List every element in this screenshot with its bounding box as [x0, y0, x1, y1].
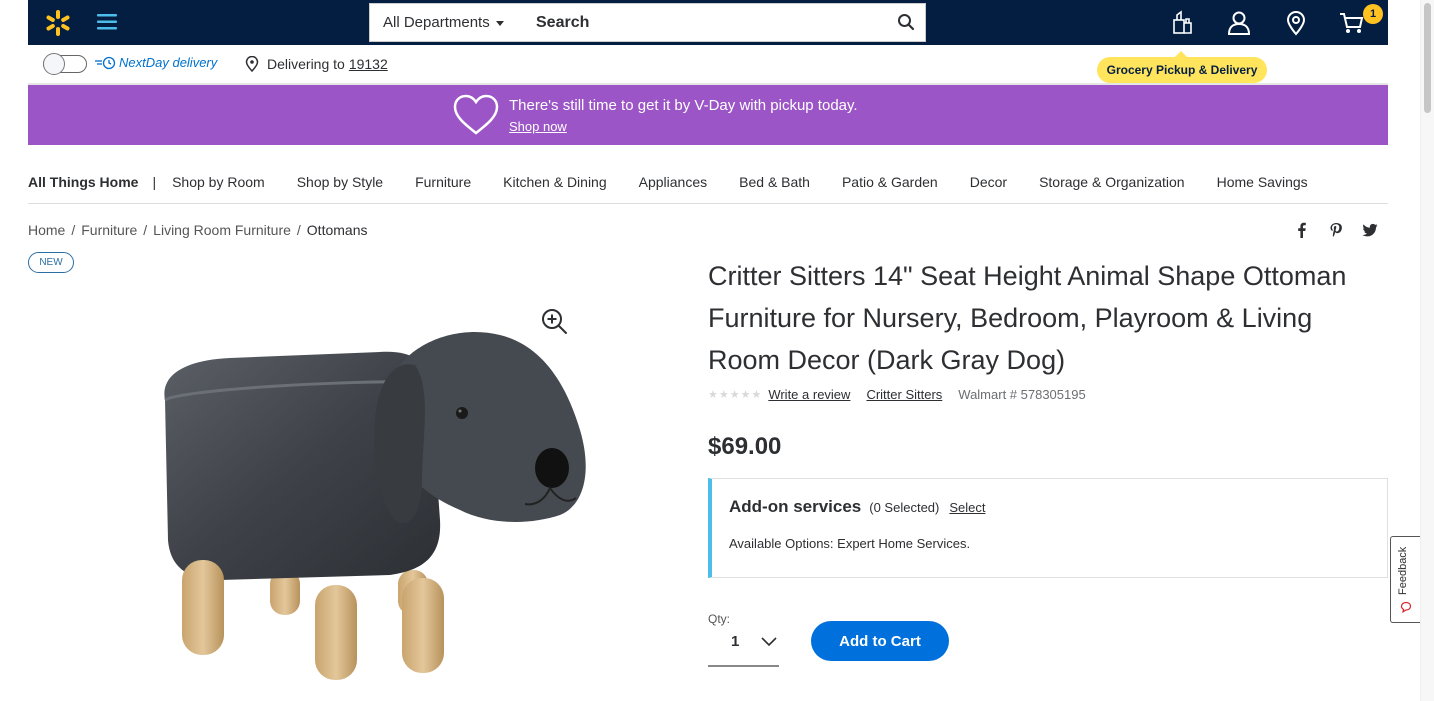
product-page: All Departments Search 1 NextDay deliver…: [0, 0, 1434, 701]
facebook-icon[interactable]: [1294, 222, 1310, 238]
addon-options: Available Options: Expert Home Services.: [729, 536, 971, 551]
product-image[interactable]: [140, 320, 600, 685]
breadcrumb-furniture[interactable]: Furniture: [81, 222, 137, 238]
new-badge: NEW: [28, 252, 74, 273]
product-price: $69.00: [708, 433, 782, 460]
delivery-location[interactable]: Delivering to 19132: [245, 56, 388, 72]
nextday-label: NextDay delivery: [119, 55, 218, 70]
page-scrollbar[interactable]: [1420, 0, 1434, 701]
account-icon[interactable]: [1226, 10, 1252, 36]
walmart-spark-icon[interactable]: [44, 9, 72, 37]
twitter-icon[interactable]: [1362, 222, 1378, 238]
menu-icon[interactable]: [96, 11, 118, 33]
nav-item-home-savings[interactable]: Home Savings: [1217, 174, 1308, 190]
promo-banner: There's still time to get it by V-Day wi…: [28, 85, 1388, 145]
qty-label: Qty:: [708, 612, 731, 626]
walmart-number: Walmart # 578305195: [958, 387, 1086, 402]
addon-services-box: Add-on services (0 Selected) Select Avai…: [708, 478, 1388, 578]
nav-item-patio-garden[interactable]: Patio & Garden: [842, 174, 938, 190]
cart-icon[interactable]: [1339, 10, 1365, 36]
breadcrumb-living-room-furniture[interactable]: Living Room Furniture: [153, 222, 291, 238]
scrollbar-thumb[interactable]: [1424, 3, 1431, 113]
location-pin-icon: [245, 56, 259, 72]
location-icon[interactable]: [1283, 10, 1309, 36]
search-input[interactable]: [536, 10, 876, 36]
product-title: Critter Sitters 14" Seat Height Animal S…: [708, 261, 1347, 375]
heart-icon: [453, 94, 499, 135]
breadcrumb-ottomans[interactable]: Ottomans: [307, 222, 368, 238]
nav-item-shop-by-style[interactable]: Shop by Style: [297, 174, 383, 190]
rating-row: ★★★★★ Write a review Critter Sitters Wal…: [708, 387, 1086, 402]
feedback-tab[interactable]: Feedback: [1390, 536, 1420, 623]
department-label: All Departments: [383, 14, 490, 31]
nav-item-furniture[interactable]: Furniture: [415, 174, 471, 190]
category-nav: All Things Home | Shop by Room Shop by S…: [28, 160, 1388, 204]
grocery-icon[interactable]: [1170, 10, 1196, 36]
nav-all-things-home[interactable]: All Things Home: [28, 174, 138, 190]
zip-code-link[interactable]: 19132: [349, 56, 388, 72]
nextday-toggle[interactable]: [43, 53, 87, 75]
top-header: All Departments Search 1: [28, 0, 1388, 45]
breadcrumb-separator: /: [296, 222, 301, 238]
breadcrumb-separator: /: [143, 222, 148, 238]
caret-down-icon: [495, 21, 504, 26]
cart-count-badge: 1: [1363, 4, 1383, 24]
delivering-prefix: Delivering to: [267, 56, 345, 72]
search-bar: All Departments: [369, 3, 926, 42]
chevron-down-icon: [761, 637, 777, 647]
nav-item-storage-organization[interactable]: Storage & Organization: [1039, 174, 1185, 190]
department-select[interactable]: All Departments: [383, 4, 504, 41]
write-review-link[interactable]: Write a review: [768, 387, 850, 402]
nav-item-kitchen-dining[interactable]: Kitchen & Dining: [503, 174, 607, 190]
addon-selected-count: (0 Selected): [869, 500, 940, 515]
nextday-delivery[interactable]: NextDay delivery: [94, 55, 217, 70]
addon-title: Add-on services: [729, 497, 862, 516]
chat-bubble-icon: [1400, 601, 1412, 613]
addon-select-link[interactable]: Select: [949, 500, 985, 515]
nav-separator: |: [152, 173, 157, 190]
feedback-label: Feedback: [1397, 546, 1409, 595]
brand-link[interactable]: Critter Sitters: [866, 387, 942, 402]
breadcrumb-separator: /: [71, 222, 76, 238]
qty-value: 1: [731, 633, 740, 650]
fast-clock-icon: [95, 56, 116, 69]
nav-item-bed-bath[interactable]: Bed & Bath: [739, 174, 810, 190]
nav-item-decor[interactable]: Decor: [970, 174, 1007, 190]
toggle-knob: [43, 53, 65, 75]
qty-select[interactable]: 1: [708, 627, 779, 667]
search-icon[interactable]: [897, 13, 915, 31]
add-to-cart-button[interactable]: Add to Cart: [811, 621, 949, 661]
banner-text: There's still time to get it by V-Day wi…: [509, 97, 858, 114]
breadcrumb-home[interactable]: Home: [28, 222, 65, 238]
nav-item-shop-by-room[interactable]: Shop by Room: [172, 174, 265, 190]
grocery-tooltip[interactable]: Grocery Pickup & Delivery: [1097, 51, 1267, 83]
nav-item-appliances[interactable]: Appliances: [639, 174, 708, 190]
pinterest-icon[interactable]: [1328, 222, 1344, 238]
breadcrumb: Home / Furniture / Living Room Furniture…: [28, 222, 368, 238]
shop-now-link[interactable]: Shop now: [509, 119, 567, 134]
star-rating: ★★★★★: [708, 389, 763, 401]
addon-header: Add-on services (0 Selected) Select: [729, 497, 986, 517]
